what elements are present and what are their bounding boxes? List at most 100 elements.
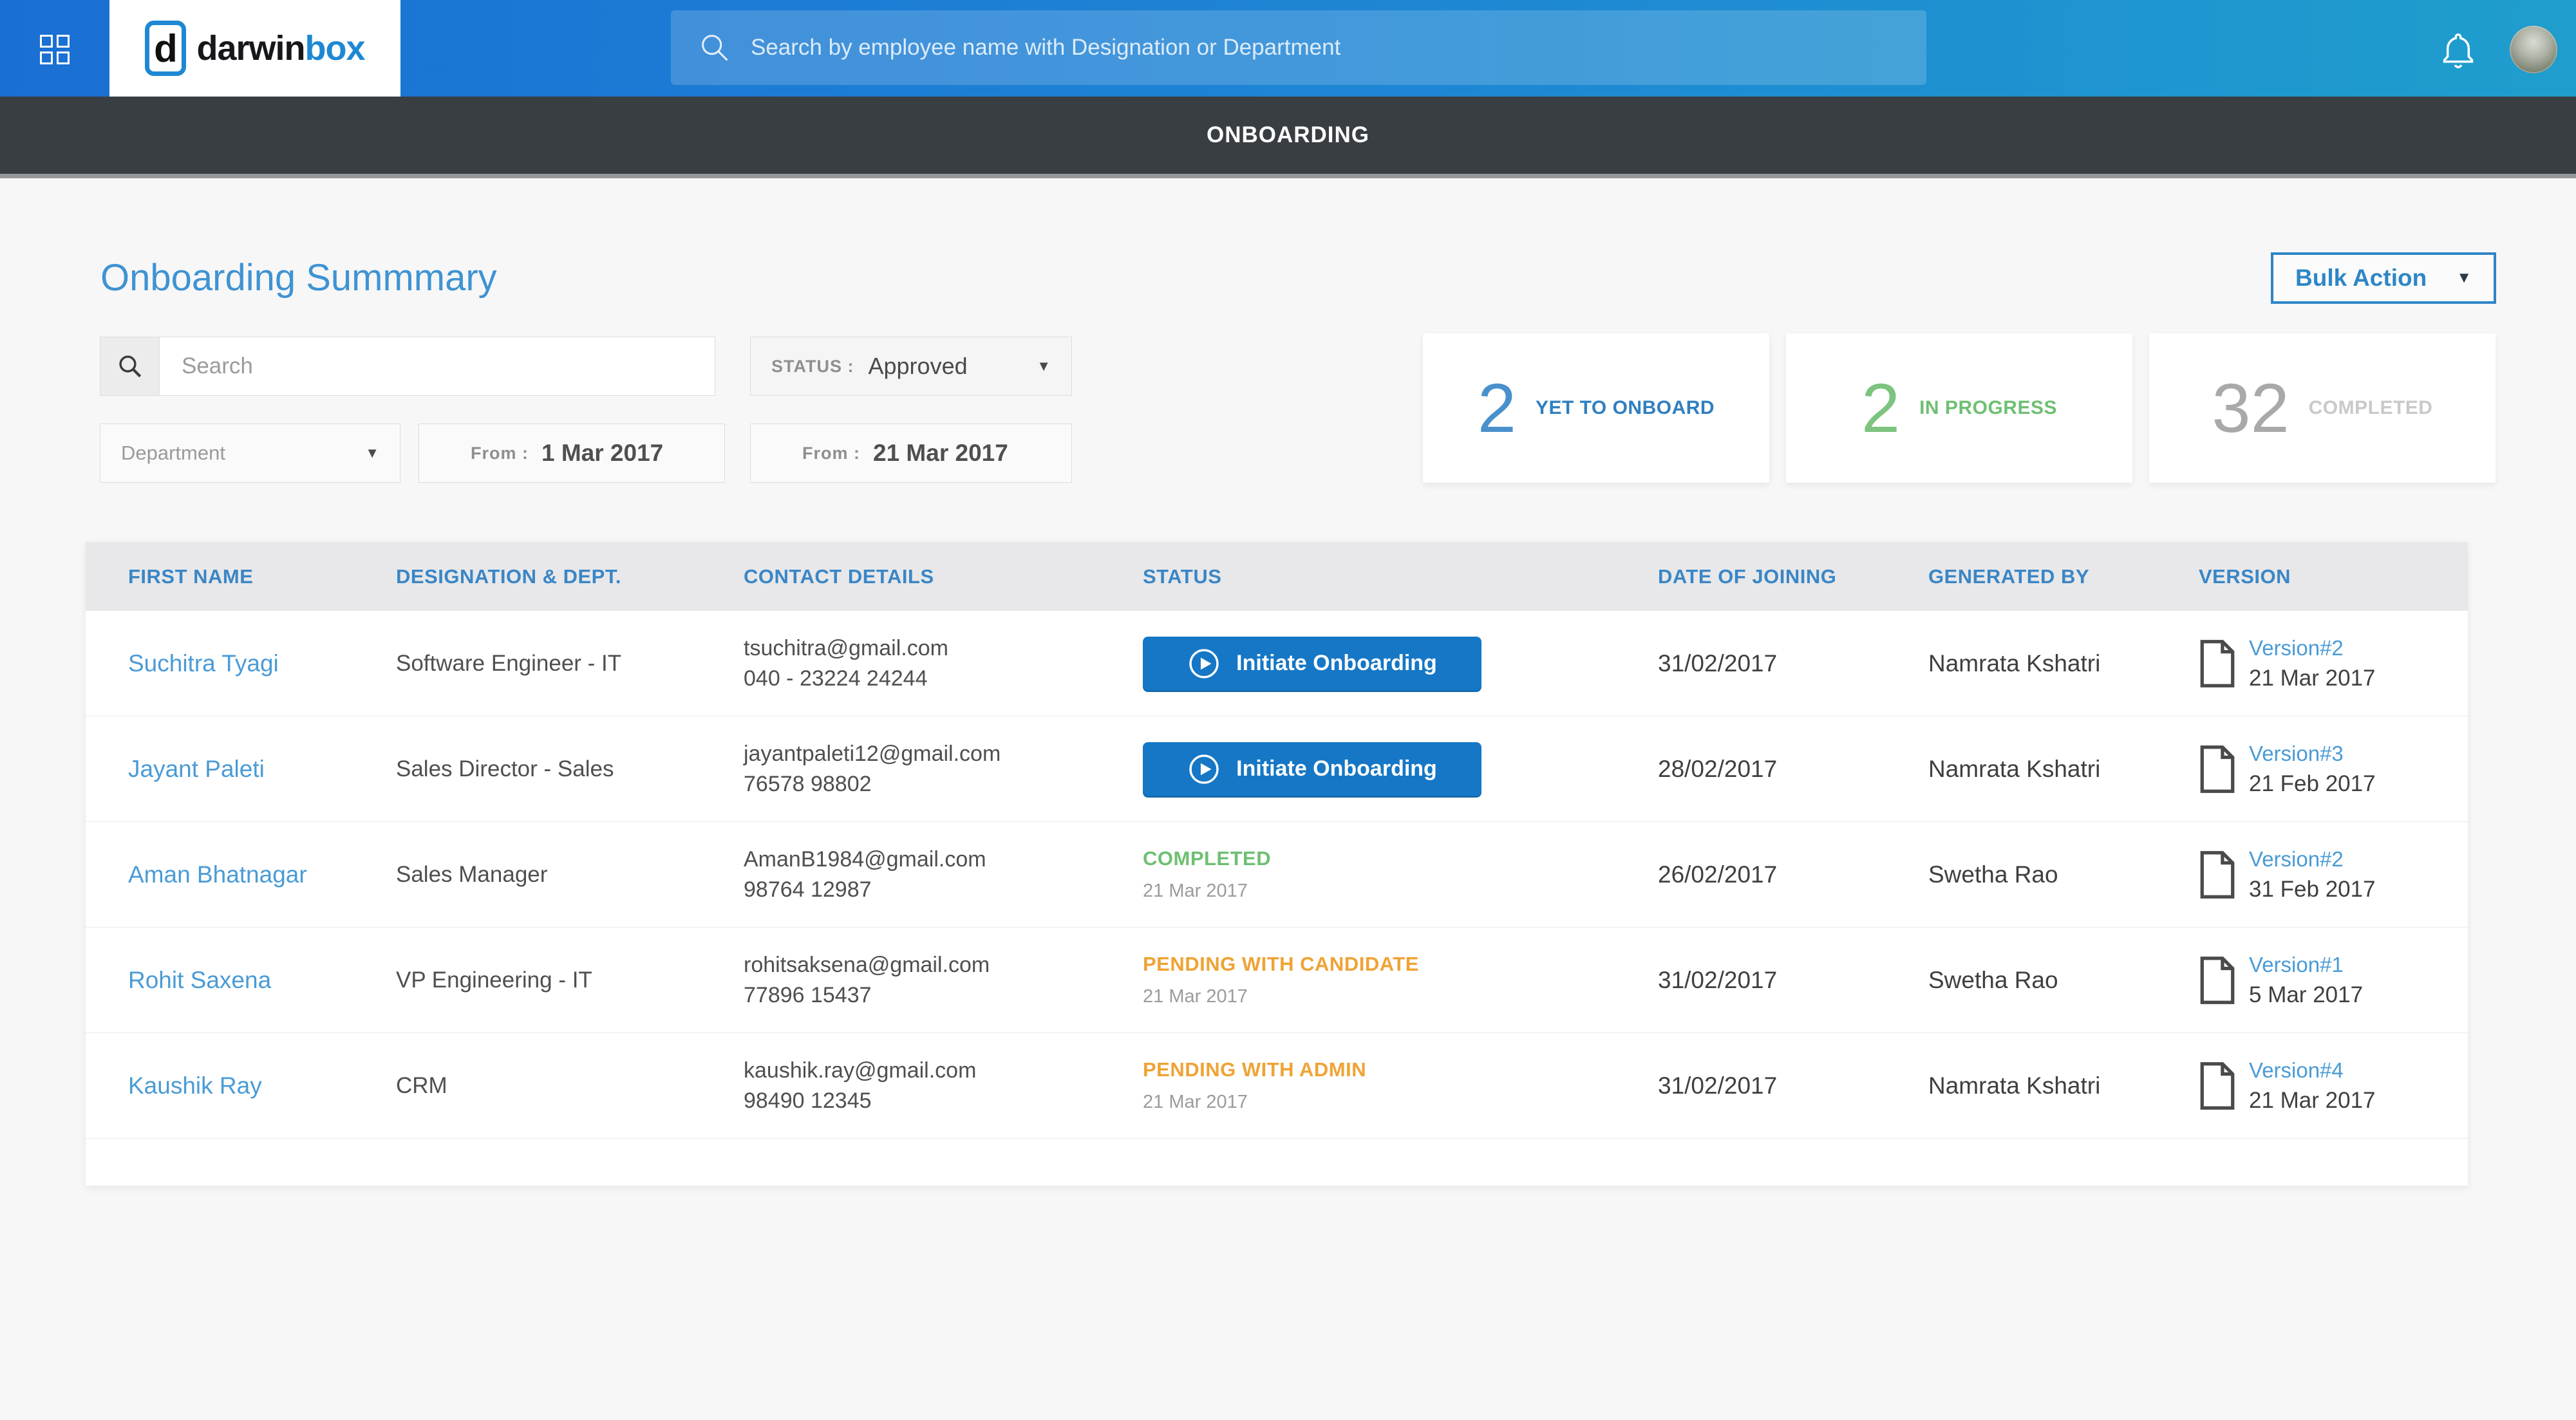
apps-grid-icon[interactable] — [40, 35, 70, 64]
phone-text: 77896 15437 — [744, 980, 1143, 1011]
search-icon — [100, 337, 160, 395]
logo-word-accent: box — [305, 29, 365, 68]
bulk-action-button[interactable]: Bulk Action ▼ — [2271, 252, 2496, 304]
col-version: VERSION — [2199, 565, 2468, 588]
date-from-filter[interactable]: From : 1 Mar 2017 — [418, 424, 725, 483]
stat-label: COMPLETED — [2309, 397, 2433, 419]
phone-text: 98490 12345 — [744, 1086, 1143, 1116]
stat-card: 32 COMPLETED — [2149, 333, 2496, 483]
initiate-onboarding-label: Initiate Onboarding — [1236, 651, 1437, 676]
global-search[interactable] — [671, 10, 1926, 85]
version-link[interactable]: Version#2 — [2249, 636, 2376, 660]
date-to-label: From : — [802, 444, 860, 463]
status-filter-dropdown[interactable]: STATUS : Approved ▼ — [750, 337, 1072, 396]
table-search-input[interactable] — [160, 337, 715, 395]
table-row: Suchitra Tyagi Software Engineer - IT ts… — [86, 611, 2468, 716]
document-icon — [2199, 640, 2236, 687]
stat-value: 2 — [1861, 373, 1900, 443]
date-of-joining-text: 31/02/2017 — [1658, 650, 1777, 677]
chevron-down-icon: ▼ — [2456, 269, 2472, 287]
designation-text: Sales Manager — [396, 862, 547, 887]
version-date-text: 31 Feb 2017 — [2249, 877, 2376, 902]
stat-card: 2 YET TO ONBOARD — [1423, 333, 1769, 483]
version-link[interactable]: Version#2 — [2249, 847, 2376, 872]
initiate-onboarding-button[interactable]: Initiate Onboarding — [1143, 742, 1481, 796]
status-label: PENDING WITH CANDIDATE — [1143, 953, 1658, 976]
status-label: COMPLETED — [1143, 847, 1658, 870]
top-bar: d darwinbox — [0, 0, 2576, 97]
user-avatar[interactable] — [2510, 26, 2557, 73]
phone-text: 98764 12987 — [744, 875, 1143, 905]
darwinbox-logo[interactable]: d darwinbox — [109, 0, 400, 97]
col-designation: DESIGNATION & DEPT. — [396, 565, 744, 588]
email-text: kaushik.ray@gmail.com — [744, 1056, 1143, 1086]
phone-text: 76578 98802 — [744, 769, 1143, 799]
table-search-filter[interactable] — [100, 337, 715, 396]
table-row: Rohit Saxena VP Engineering - IT rohitsa… — [86, 928, 2468, 1033]
status-text-block: PENDING WITH ADMIN 21 Mar 2017 — [1143, 1058, 1658, 1113]
status-text-block: PENDING WITH CANDIDATE 21 Mar 2017 — [1143, 953, 1658, 1007]
version-date-text: 21 Feb 2017 — [2249, 771, 2376, 797]
email-text: jayantpaleti12@gmail.com — [744, 739, 1143, 769]
module-nav-bar: ONBOARDING — [0, 97, 2576, 178]
employee-name-link[interactable]: Kaushik Ray — [128, 1072, 262, 1099]
version-link[interactable]: Version#1 — [2249, 953, 2363, 977]
logo-d-icon: d — [145, 21, 186, 76]
date-from-value: 1 Mar 2017 — [541, 440, 663, 467]
status-filter-label: STATUS : — [771, 357, 854, 377]
col-status: STATUS — [1143, 565, 1658, 588]
table-body: Suchitra Tyagi Software Engineer - IT ts… — [86, 611, 2468, 1139]
stat-value: 2 — [1478, 373, 1516, 443]
email-text: rohitsaksena@gmail.com — [744, 950, 1143, 980]
play-icon — [1187, 752, 1221, 786]
generated-by-text: Swetha Rao — [1928, 967, 2058, 993]
notifications-bell-icon[interactable] — [2440, 31, 2476, 71]
version-date-text: 21 Mar 2017 — [2249, 1088, 2376, 1114]
play-icon — [1187, 647, 1221, 680]
stat-value: 32 — [2212, 373, 2289, 443]
date-of-joining-text: 31/02/2017 — [1658, 967, 1777, 993]
generated-by-text: Swetha Rao — [1928, 861, 2058, 888]
designation-text: Sales Director - Sales — [396, 756, 614, 781]
table-row: Kaushik Ray CRM kaushik.ray@gmail.com 98… — [86, 1033, 2468, 1139]
onboarding-table: FIRST NAME DESIGNATION & DEPT. CONTACT D… — [86, 542, 2468, 1186]
department-filter-dropdown[interactable]: Department ▼ — [100, 424, 400, 483]
generated-by-text: Namrata Kshatri — [1928, 1072, 2100, 1099]
status-text-block: COMPLETED 21 Mar 2017 — [1143, 847, 1658, 902]
document-icon — [2199, 1062, 2236, 1110]
department-filter-placeholder: Department — [121, 442, 225, 465]
designation-text: Software Engineer - IT — [396, 651, 621, 676]
search-icon — [698, 31, 731, 64]
version-date-text: 5 Mar 2017 — [2249, 982, 2363, 1008]
bulk-action-label: Bulk Action — [2295, 265, 2427, 292]
generated-by-text: Namrata Kshatri — [1928, 650, 2100, 677]
chevron-down-icon: ▼ — [365, 445, 379, 462]
initiate-onboarding-button[interactable]: Initiate Onboarding — [1143, 637, 1481, 691]
document-icon — [2199, 957, 2236, 1004]
employee-name-link[interactable]: Jayant Paleti — [128, 756, 265, 782]
col-date-of-joining: DATE OF JOINING — [1658, 565, 1928, 588]
date-to-filter[interactable]: From : 21 Mar 2017 — [750, 424, 1072, 483]
date-of-joining-text: 28/02/2017 — [1658, 756, 1777, 782]
date-from-label: From : — [471, 444, 529, 463]
status-label: PENDING WITH ADMIN — [1143, 1058, 1658, 1081]
version-link[interactable]: Version#4 — [2249, 1058, 2376, 1083]
email-text: tsuchitra@gmail.com — [744, 633, 1143, 664]
stat-label: IN PROGRESS — [1919, 397, 2057, 419]
col-contact: CONTACT DETAILS — [744, 565, 1143, 588]
employee-name-link[interactable]: Rohit Saxena — [128, 967, 271, 993]
version-link[interactable]: Version#3 — [2249, 742, 2376, 766]
chevron-down-icon: ▼ — [1037, 358, 1051, 375]
phone-text: 040 - 23224 24244 — [744, 664, 1143, 694]
date-of-joining-text: 26/02/2017 — [1658, 861, 1777, 888]
designation-text: CRM — [396, 1073, 447, 1098]
designation-text: VP Engineering - IT — [396, 967, 592, 993]
table-row: Jayant Paleti Sales Director - Sales jay… — [86, 716, 2468, 822]
employee-name-link[interactable]: Suchitra Tyagi — [128, 650, 279, 677]
email-text: AmanB1984@gmail.com — [744, 845, 1143, 875]
global-search-input[interactable] — [751, 35, 1899, 61]
status-filter-value: Approved — [869, 353, 968, 380]
date-of-joining-text: 31/02/2017 — [1658, 1072, 1777, 1099]
employee-name-link[interactable]: Aman Bhatnagar — [128, 861, 307, 888]
generated-by-text: Namrata Kshatri — [1928, 756, 2100, 782]
